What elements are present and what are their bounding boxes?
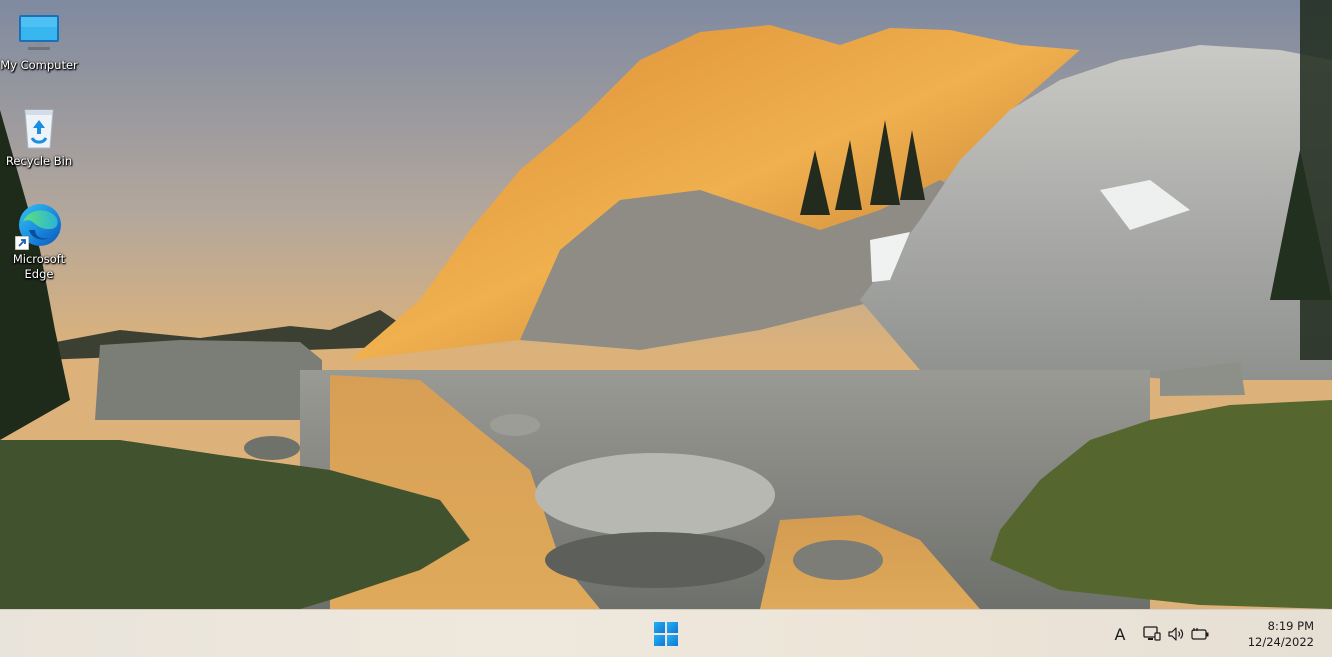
network-icon[interactable] <box>1140 622 1164 646</box>
clock-date: 12/24/2022 <box>1247 635 1314 649</box>
taskbar-clock[interactable]: 8:19 PM 12/24/2022 <box>1222 618 1332 650</box>
desktop[interactable]: My Computer Recycle Bin Microsoft Edge <box>0 0 1332 609</box>
shortcut-arrow-icon <box>15 236 29 250</box>
desktop-icon-microsoft-edge[interactable]: Microsoft Edge <box>0 202 78 282</box>
taskbar: A 8:19 PM 12/24/2022 <box>0 609 1332 657</box>
input-method-indicator[interactable]: A <box>1106 625 1134 644</box>
edge-icon <box>15 202 63 250</box>
desktop-icon-my-computer[interactable]: My Computer <box>0 8 78 73</box>
desktop-icon-label: Recycle Bin <box>5 154 73 168</box>
windows-logo-icon <box>654 622 678 646</box>
monitor-icon <box>15 8 63 56</box>
desktop-icon-label: Microsoft Edge <box>12 252 66 281</box>
volume-icon[interactable] <box>1164 622 1188 646</box>
wallpaper-mountain-lake <box>0 0 1332 609</box>
start-button[interactable] <box>648 616 684 652</box>
desktop-icon-recycle-bin[interactable]: Recycle Bin <box>0 104 78 169</box>
desktop-icon-label: My Computer <box>0 58 78 72</box>
battery-icon[interactable] <box>1188 622 1212 646</box>
system-tray: A 8:19 PM 12/24/2022 <box>1106 610 1332 658</box>
recycle-bin-icon <box>15 104 63 152</box>
clock-time: 8:19 PM <box>1267 619 1314 633</box>
